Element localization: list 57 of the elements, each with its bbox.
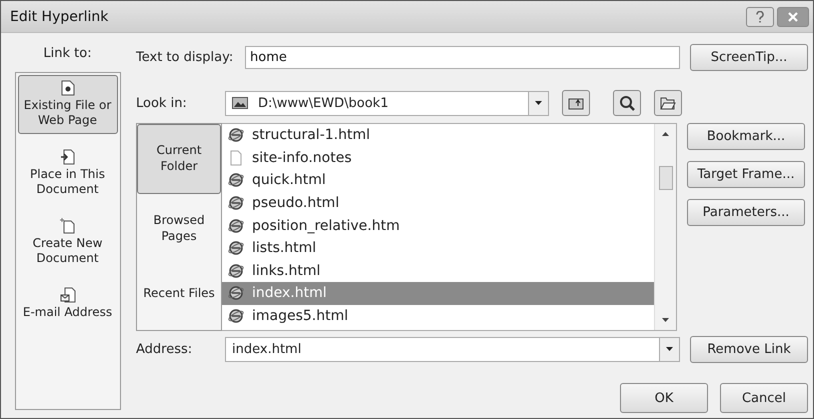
link-to-label: Link to: (43, 46, 92, 63)
new-document-icon (60, 218, 76, 234)
web-page-icon (228, 262, 244, 279)
web-page-icon (228, 127, 244, 144)
web-page-icon (228, 308, 244, 324)
file-item[interactable]: position_relative.htm (222, 214, 654, 237)
address-field[interactable]: index.html (225, 336, 680, 362)
up-folder-button[interactable] (562, 90, 590, 116)
browse-file-button[interactable] (654, 90, 682, 116)
file-item[interactable]: quick.html (222, 169, 654, 192)
search-icon (619, 95, 635, 111)
link-type-item[interactable]: Create New Document (18, 213, 118, 272)
web-page-icon (228, 218, 244, 234)
file-item[interactable]: pseudo.html (222, 192, 654, 214)
open-folder-icon (660, 96, 676, 110)
scroll-thumb[interactable] (658, 166, 672, 190)
web-page-icon (228, 240, 244, 256)
link-type-item[interactable]: E-mail Address (18, 282, 118, 326)
web-page-icon (228, 195, 244, 212)
ok-button[interactable]: OK (620, 383, 708, 413)
web-page-icon (228, 172, 244, 188)
link-type-item[interactable]: Place in This Document (18, 144, 118, 203)
search-web-button[interactable] (613, 90, 641, 116)
source-tab[interactable]: Recent Files (137, 264, 221, 324)
close-button[interactable] (777, 6, 809, 26)
document-arrow-icon (60, 149, 76, 165)
link-type-item[interactable]: Existing File or Web Page (18, 75, 118, 134)
text-to-display-field[interactable]: home (245, 46, 680, 69)
text-to-display-label: Text to display: (136, 50, 234, 65)
file-item[interactable]: site-info.notes (222, 146, 654, 170)
file-item[interactable]: images5.html (222, 304, 654, 328)
remove-link-button[interactable]: Remove Link (690, 336, 808, 362)
help-icon (755, 10, 765, 22)
help-button[interactable] (746, 6, 774, 26)
parameters-button[interactable]: Parameters... (687, 199, 805, 226)
bookmark-button[interactable]: Bookmark... (687, 123, 805, 150)
vertical-scrollbar[interactable] (654, 124, 676, 330)
web-page-icon (228, 285, 244, 302)
target-frame-button[interactable]: Target Frame... (687, 161, 805, 188)
email-document-icon (60, 287, 76, 303)
file-item[interactable]: links.html (222, 260, 654, 282)
blank-file-icon (228, 150, 244, 166)
address-label: Address: (136, 342, 194, 356)
scroll-down-icon (662, 318, 669, 322)
screentip-button[interactable]: ScreenTip... (690, 44, 808, 71)
file-item[interactable]: lists.html (222, 236, 654, 260)
window-title: Edit Hyperlink (10, 8, 108, 24)
scroll-up-icon (662, 132, 669, 136)
cancel-button[interactable]: Cancel (720, 383, 808, 413)
source-tab[interactable]: Current Folder (137, 124, 221, 194)
close-icon (788, 12, 798, 22)
file-item[interactable]: structural-1.html (222, 124, 654, 147)
document-icon (60, 80, 74, 96)
look-in-label: Look in: (136, 96, 188, 110)
up-folder-icon (568, 96, 584, 110)
source-tab[interactable]: Browsed Pages (137, 194, 221, 264)
look-in-dropdown[interactable]: D:\www\EWD\book1 (225, 90, 549, 116)
